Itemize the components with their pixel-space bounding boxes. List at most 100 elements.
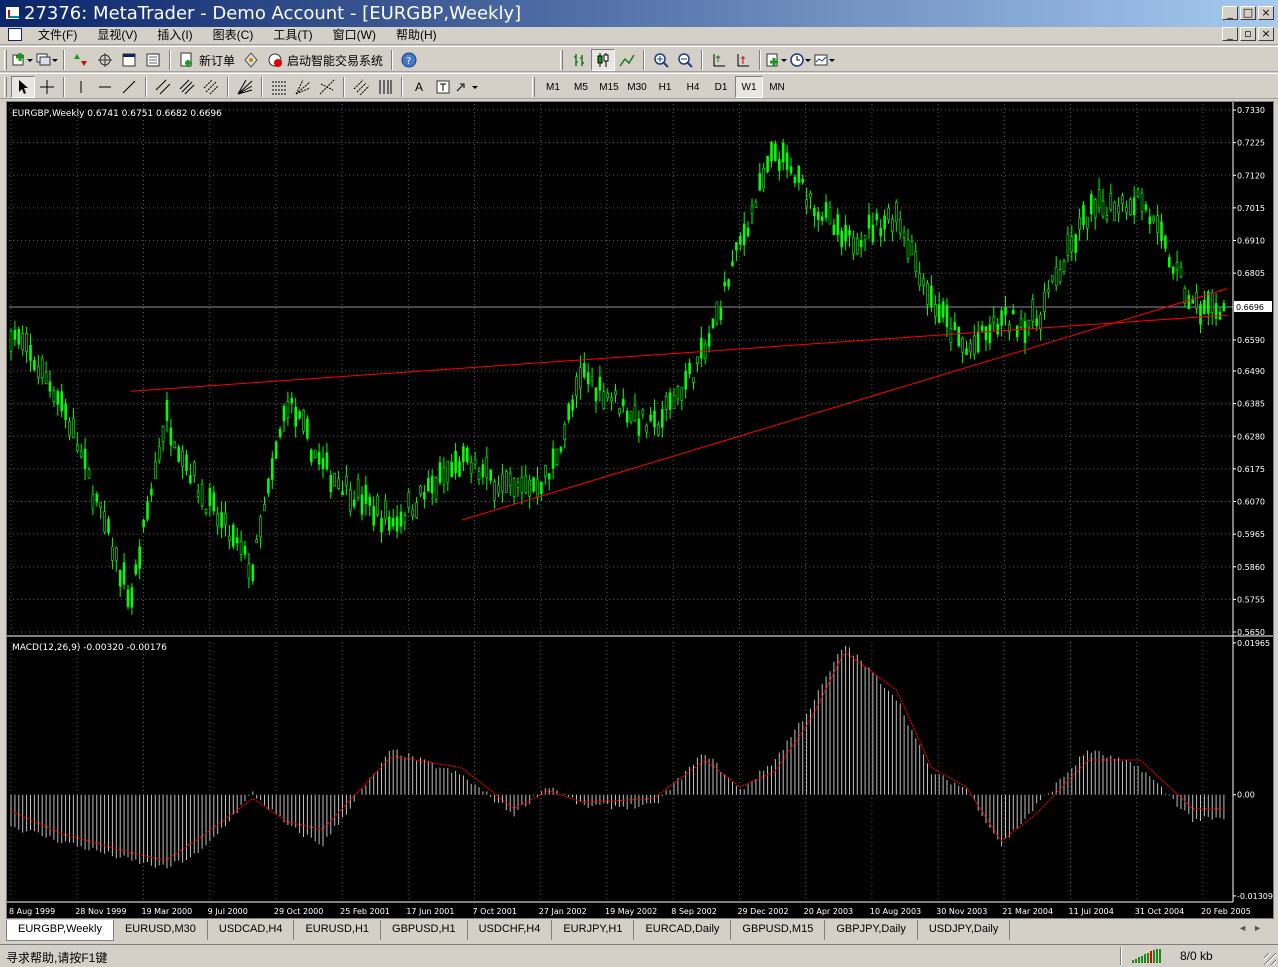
child-close-button[interactable]: × <box>1258 27 1274 41</box>
fibo-arcs-icon[interactable] <box>315 76 339 98</box>
period-d1[interactable]: D1 <box>707 76 735 98</box>
candle-body <box>871 224 875 243</box>
candle-body <box>602 391 606 410</box>
menu-charts[interactable]: 图表(C) <box>203 27 264 43</box>
terminal-icon[interactable] <box>117 49 141 71</box>
chart-tab[interactable]: EURUSD,M30 <box>114 920 208 940</box>
bar-chart-icon[interactable] <box>567 49 591 71</box>
chart-tab[interactable]: USDCHF,H4 <box>468 920 553 940</box>
candle-body <box>411 509 415 517</box>
price-tick-label: 0.6490 <box>1237 367 1265 376</box>
candle-body <box>836 214 840 235</box>
close-button[interactable]: × <box>1258 6 1274 20</box>
period-m30[interactable]: M30 <box>623 76 651 98</box>
auto-scroll-icon[interactable] <box>707 49 731 71</box>
trendline[interactable] <box>130 314 1228 392</box>
chart-shift-icon[interactable] <box>731 49 755 71</box>
strategy-tester-icon[interactable] <box>141 49 165 71</box>
candle-body <box>485 456 489 479</box>
menu-tools[interactable]: 工具(T) <box>263 27 322 43</box>
candle-body <box>68 421 71 436</box>
period-w1[interactable]: W1 <box>735 76 763 98</box>
vertical-line-icon[interactable] <box>69 76 93 98</box>
chart-tab[interactable]: EURCAD,Daily <box>634 920 732 940</box>
period-m1[interactable]: M1 <box>539 76 567 98</box>
candle-body <box>894 201 898 223</box>
menu-insert[interactable]: 插入(I) <box>147 27 202 43</box>
candle-body <box>391 518 395 527</box>
zoom-out-icon[interactable] <box>673 49 697 71</box>
new-chart-icon[interactable] <box>11 49 35 71</box>
text-tool-icon[interactable]: A <box>407 76 431 98</box>
gann-fan-icon[interactable] <box>233 76 257 98</box>
fibo-fan-icon[interactable] <box>291 76 315 98</box>
trendline-icon[interactable] <box>117 76 141 98</box>
chart-tab[interactable]: GBPUSD,M15 <box>731 920 826 940</box>
period-h1[interactable]: H1 <box>651 76 679 98</box>
price-chart[interactable]: 0.7330 0.7225 0.7120 0.7015 0.6910 0.6805 0.65… <box>7 102 1273 918</box>
fibo-channel-icon[interactable] <box>349 76 373 98</box>
metaeditor-icon[interactable] <box>239 49 263 71</box>
navigator-icon[interactable] <box>93 49 117 71</box>
periods-icon[interactable] <box>789 49 813 71</box>
chart-window-icon[interactable] <box>8 28 22 41</box>
candle-body <box>33 360 36 371</box>
price-tick-label: 0.5965 <box>1237 530 1265 539</box>
expert-advisors-button[interactable]: 启动智能交易系统 <box>263 49 387 71</box>
chart-tab[interactable]: USDCAD,H4 <box>208 920 295 940</box>
fibo-retracement-icon[interactable] <box>267 76 291 98</box>
chart-tab[interactable]: GBPUSD,H1 <box>381 920 468 940</box>
profiles-icon[interactable] <box>35 49 59 71</box>
candle-body <box>859 240 863 248</box>
crosshair-icon[interactable] <box>35 76 59 98</box>
period-mn[interactable]: MN <box>763 76 791 98</box>
help-icon[interactable]: ? <box>397 49 421 71</box>
minimize-button[interactable]: _ <box>1222 6 1238 20</box>
zoom-in-icon[interactable] <box>649 49 673 71</box>
candle-body <box>785 152 789 170</box>
candle-body <box>438 462 442 483</box>
menu-window[interactable]: 窗口(W) <box>323 27 386 43</box>
child-restore-button[interactable]: ▫ <box>1240 27 1256 41</box>
templates-icon[interactable] <box>813 49 837 71</box>
new-order-button[interactable]: 新订单 <box>175 49 239 71</box>
menu-file[interactable]: 文件(F) <box>28 27 87 43</box>
candle-body <box>867 214 871 229</box>
candlestick-icon[interactable] <box>591 49 615 71</box>
child-minimize-button[interactable]: _ <box>1222 27 1238 41</box>
chart-tab[interactable]: EURGBP,Weekly <box>6 920 114 941</box>
cursor-icon[interactable] <box>11 76 35 98</box>
menu-help[interactable]: 帮助(H) <box>386 27 447 43</box>
candle-body <box>1160 221 1163 241</box>
indicators-icon[interactable] <box>765 49 789 71</box>
toolbar-grip[interactable] <box>4 50 7 70</box>
period-h4[interactable]: H4 <box>679 76 707 98</box>
chart-window[interactable]: 0.7330 0.7225 0.7120 0.7015 0.6910 0.6805 0.65… <box>6 101 1274 919</box>
candle-body <box>298 411 301 419</box>
horizontal-line-icon[interactable] <box>93 76 117 98</box>
candle-body <box>840 230 844 248</box>
chart-tab[interactable]: USDJPY,Daily <box>918 920 1011 940</box>
chart-tab[interactable]: EURJPY,H1 <box>552 920 635 940</box>
resize-grip[interactable] <box>1264 953 1276 965</box>
line-chart-icon[interactable] <box>615 49 639 71</box>
equidistant-channel-icon[interactable] <box>151 76 175 98</box>
market-watch-icon[interactable] <box>69 49 93 71</box>
tab-scroll-arrows-icon[interactable]: ◄► <box>1238 923 1268 933</box>
regression-channel-icon[interactable] <box>199 76 223 98</box>
candle-body <box>754 201 758 208</box>
maximize-button[interactable]: □ <box>1240 6 1256 20</box>
candle-body <box>559 447 563 452</box>
connection-status-icon <box>1132 949 1168 963</box>
text-label-icon[interactable] <box>431 76 455 98</box>
chart-tab[interactable]: GBPJPY,Daily <box>825 920 918 940</box>
candle-body <box>922 278 925 286</box>
period-m15[interactable]: M15 <box>595 76 623 98</box>
candle-body <box>715 301 719 324</box>
period-m5[interactable]: M5 <box>567 76 595 98</box>
menu-view[interactable]: 显视(V) <box>87 27 147 43</box>
arrows-icon[interactable] <box>455 76 479 98</box>
chart-tab[interactable]: EURUSD,H1 <box>294 920 382 940</box>
std-deviation-channel-icon[interactable] <box>175 76 199 98</box>
cycle-lines-icon[interactable] <box>373 76 397 98</box>
